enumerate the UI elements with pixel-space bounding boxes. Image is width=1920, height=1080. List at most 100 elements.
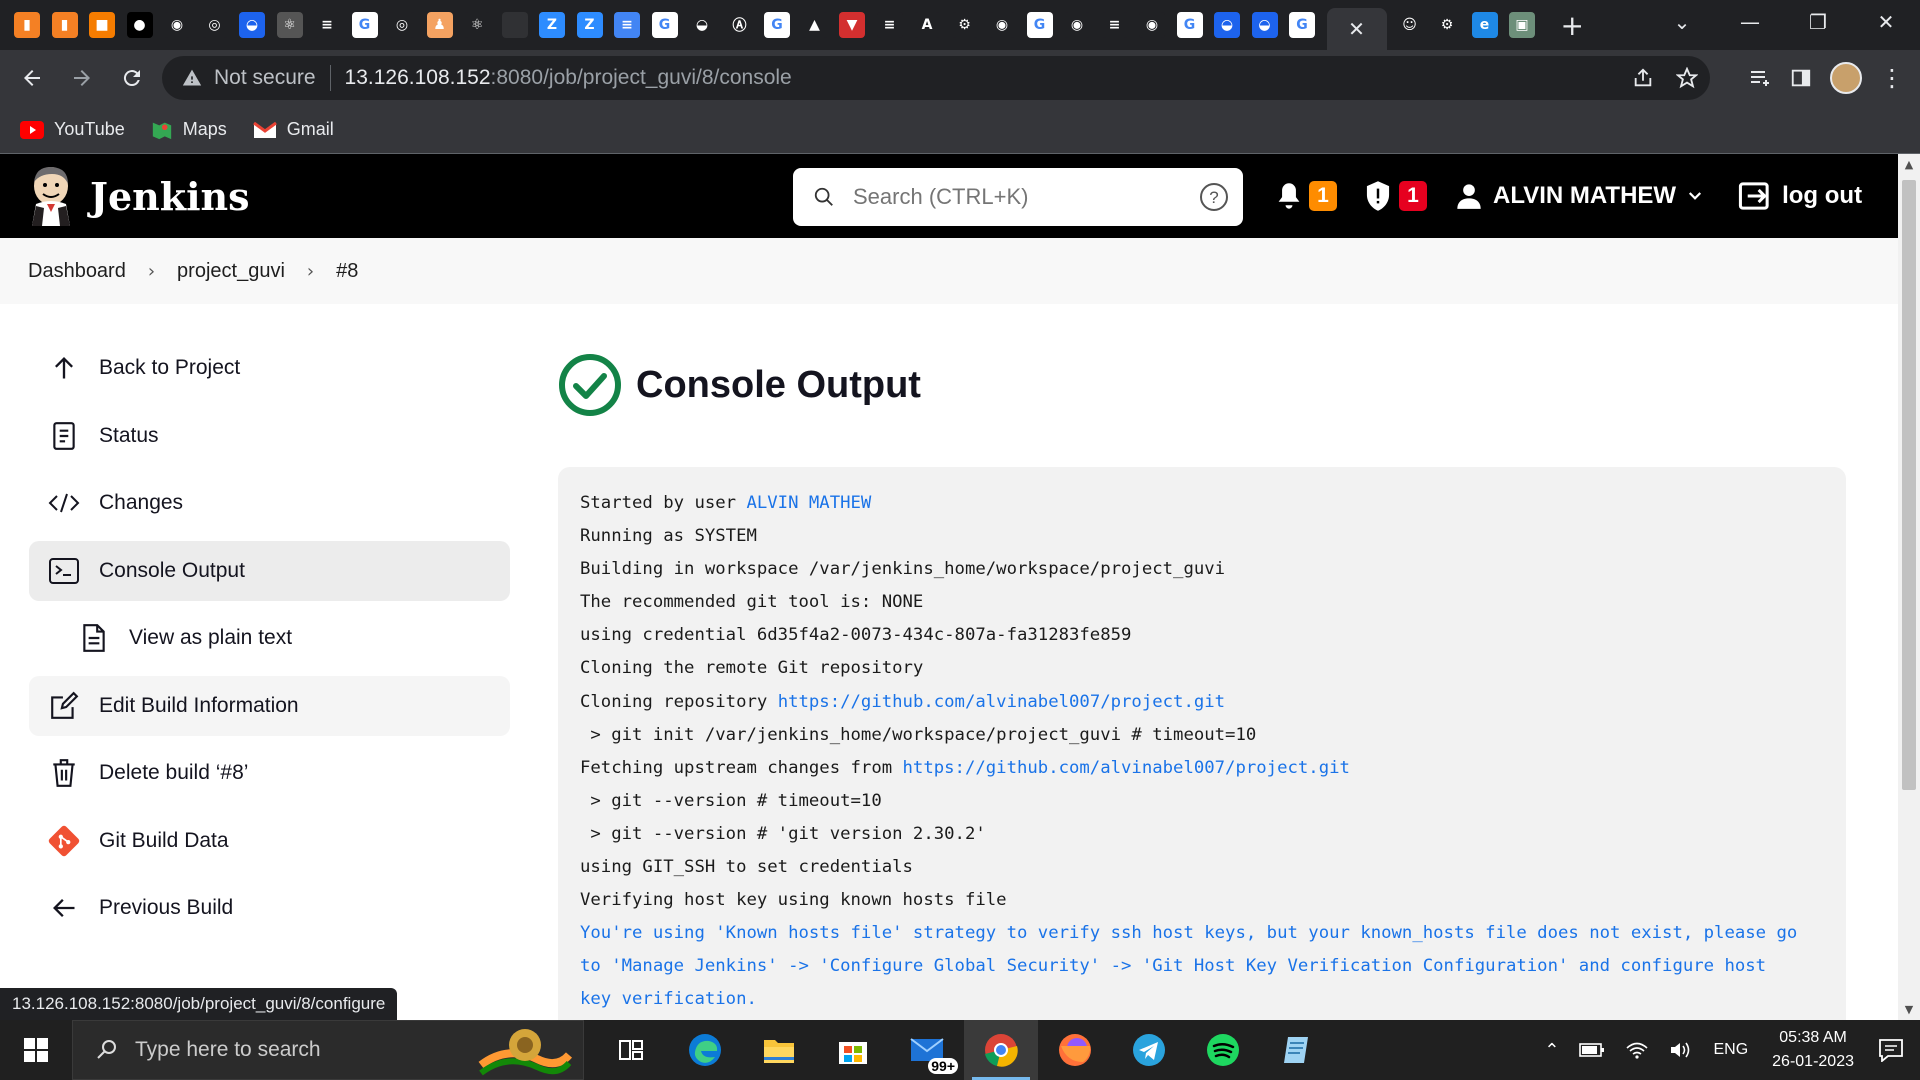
stackoverflow-icon[interactable]: ≡ [1101,12,1128,38]
console-link[interactable]: ALVIN MATHEW [746,493,871,513]
google-icon[interactable]: G [1176,12,1203,38]
taskbar-firefox[interactable] [1038,1020,1112,1080]
bell-icon[interactable] [1275,181,1303,211]
chevron-up-icon[interactable]: ⌃ [1544,1040,1559,1061]
google-icon[interactable]: G [764,12,790,38]
taskbar-notepad[interactable] [1260,1020,1334,1080]
user-menu[interactable]: ALVIN MATHEW [1493,182,1676,210]
sidebar-item-changes[interactable]: Changes [29,473,510,533]
sidebar-item-status[interactable]: Status [29,406,510,466]
reading-list-icon[interactable] [1748,66,1772,90]
language-indicator[interactable]: ENG [1713,1041,1748,1059]
star-icon[interactable] [1676,67,1698,89]
sidebar-item-console-output[interactable]: Console Output [29,540,510,601]
github-icon[interactable]: ◉ [164,12,190,38]
reload-button[interactable] [114,60,150,96]
zoom-icon[interactable]: Z [576,12,603,38]
chrome-icon[interactable]: ◎ [389,12,415,38]
google-icon[interactable]: G [651,12,678,38]
bookmark-gmail[interactable]: Gmail [252,119,334,140]
sidebar-item-git-build-data[interactable]: Git Build Data [29,811,510,871]
jenkins-logo-icon[interactable] [26,164,76,226]
back-button[interactable] [14,60,50,96]
active-tab[interactable]: ✕ [1326,8,1387,50]
scroll-up-arrow-icon[interactable]: ▲ [1898,158,1920,171]
box-icon[interactable]: ■ [89,12,115,38]
taskbar-chrome[interactable] [964,1020,1038,1080]
close-window-button[interactable]: ✕ [1852,10,1920,34]
sidebar-item-delete-build[interactable]: Delete build ‘#8’ [29,743,510,803]
taskbar-search[interactable]: Type here to search [72,1020,584,1080]
breadcrumb-build[interactable]: #8 [336,260,358,283]
volume-icon[interactable] [1669,1040,1693,1060]
logout-link[interactable]: log out [1782,182,1862,210]
shield-icon[interactable] [1363,180,1393,212]
sidebar-item-previous-build[interactable]: Previous Build [29,878,510,938]
stackoverflow-icon[interactable]: ≡ [876,12,903,38]
side-panel-icon[interactable] [1790,67,1812,89]
search-box[interactable]: ? [793,168,1243,226]
new-tab-button[interactable]: + [1561,9,1584,42]
taskbar-store[interactable] [816,1020,890,1080]
bookmark-maps[interactable]: Maps [151,119,227,141]
sidebar-item-view-plain-text[interactable]: View as plain text [29,608,510,668]
person-icon[interactable]: ♟ [426,12,453,38]
gear-icon[interactable]: ⚙ [951,12,978,38]
menu-kebab-icon[interactable]: ⋮ [1880,64,1904,92]
console-link[interactable]: https://github.com/alvinabel007/project.… [778,692,1225,712]
docker-icon[interactable]: ◒ [1251,12,1278,38]
restore-button[interactable]: ❐ [1784,10,1852,34]
forward-button[interactable] [64,60,100,96]
azure-icon[interactable]: A [914,12,940,38]
stackoverflow-icon[interactable]: ▮ [51,12,78,38]
profile-avatar[interactable] [1830,62,1862,94]
wifi-icon[interactable] [1625,1040,1649,1060]
sidebar-item-back-to-project[interactable]: Back to Project [29,338,510,398]
google-icon[interactable]: G [1026,12,1053,38]
google-icon[interactable]: G [1289,12,1315,38]
taskbar-edge[interactable] [668,1020,742,1080]
scrollbar-thumb[interactable] [1902,180,1916,790]
github-icon[interactable]: ◉ [1064,12,1090,38]
docs-icon[interactable]: ≡ [614,12,640,38]
start-button[interactable] [0,1020,72,1080]
zoom-icon[interactable]: Z [539,12,565,38]
address-bar[interactable]: Not secure 13.126.108.152:8080/job/proje… [162,56,1710,100]
clock[interactable]: 05:38 AM 26-01-2023 [1772,1026,1854,1074]
share-icon[interactable] [1632,67,1654,89]
medium-icon[interactable]: ● [126,12,153,38]
minimize-button[interactable]: — [1716,10,1784,34]
blank-icon[interactable] [501,12,528,38]
gear-icon[interactable]: ⚙ [1434,12,1460,38]
jenkins-icon[interactable]: ☺ [1396,12,1423,38]
security-label[interactable]: Not secure [214,66,316,90]
security-badge[interactable]: 1 [1399,181,1427,211]
breadcrumb-project[interactable]: project_guvi [177,260,285,283]
gdrive-icon[interactable]: ▲ [801,12,828,38]
breadcrumb-chevron-icon[interactable]: › [307,261,314,282]
ansible-icon[interactable]: Ⓐ [726,12,753,38]
notification-center-icon[interactable] [1878,1038,1904,1062]
taskbar-task-view[interactable] [594,1020,668,1080]
help-icon[interactable]: ? [1199,182,1229,212]
battery-icon[interactable] [1579,1042,1605,1058]
docker-icon[interactable]: ◒ [239,12,265,38]
edureka-icon[interactable]: e [1471,12,1498,38]
stackoverflow-icon[interactable]: ≡ [314,12,340,38]
docker-icon[interactable]: ◒ [689,12,715,38]
close-icon[interactable]: ✕ [1348,17,1365,41]
scroll-down-arrow-icon[interactable]: ▼ [1898,1003,1920,1016]
stackoverflow-icon[interactable]: ▮ [14,12,40,38]
taskbar-file-explorer[interactable] [742,1020,816,1080]
chrome-icon[interactable]: ◎ [201,12,228,38]
taskbar-telegram[interactable] [1112,1020,1186,1080]
breadcrumb-dashboard[interactable]: Dashboard [28,260,126,283]
bookmark-youtube[interactable]: YouTube [20,119,125,140]
console-link[interactable]: https://github.com/alvinabel007/project.… [903,758,1350,778]
jenkins-brand[interactable]: Jenkins [90,174,250,219]
vercel-icon[interactable]: ▼ [839,12,865,38]
taskbar-mail[interactable]: 99+ [890,1020,964,1080]
react-icon[interactable]: ⚛ [464,12,490,38]
google-icon[interactable]: G [351,12,378,38]
sidebar-item-edit-build-information[interactable]: Edit Build Information [29,675,510,736]
